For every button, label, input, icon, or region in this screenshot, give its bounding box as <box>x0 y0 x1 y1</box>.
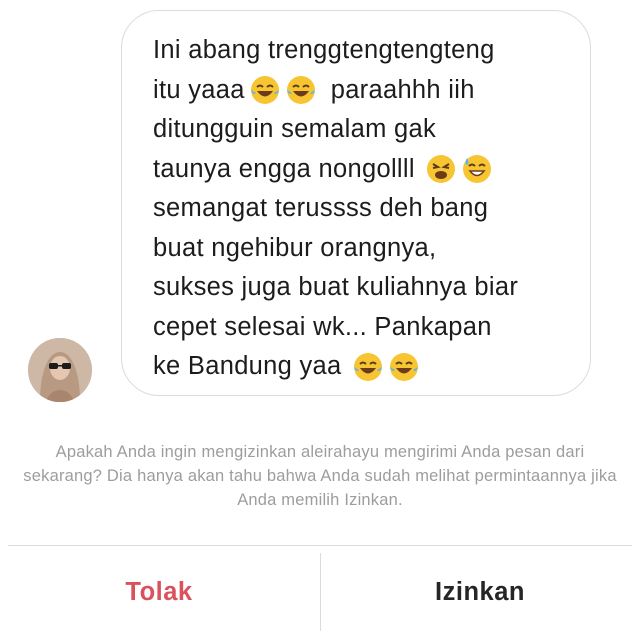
horizontal-divider <box>8 545 632 546</box>
accept-button[interactable]: Izinkan <box>321 560 639 624</box>
face-with-tears-of-joy-icon <box>388 351 420 383</box>
message-bubble: Ini abang trenggtengtengteng itu yaaa pa… <box>121 10 591 396</box>
message-line: Ini abang trenggtengtengteng <box>153 36 495 64</box>
decline-button[interactable]: Tolak <box>0 560 318 624</box>
message-line: ke Bandung yaa <box>153 347 562 387</box>
grinning-face-with-sweat-icon <box>461 153 493 185</box>
message-line: cepet selesai wk... Pankapan <box>153 312 492 341</box>
message-request-prompt: Apakah Anda ingin mengizinkan aleirahayu… <box>23 443 617 509</box>
message-line: sukses juga buat kuliahnya biar <box>153 273 519 301</box>
face-with-tears-of-joy-icon <box>352 351 384 383</box>
message-line: buat ngehibur orangnya, <box>153 233 437 262</box>
message-line: itu yaaa paraahhh iih <box>153 71 562 111</box>
message-line: semangat terussss deh bang <box>153 194 489 222</box>
weary-face-icon <box>425 153 457 185</box>
sender-avatar[interactable] <box>28 338 92 402</box>
face-with-tears-of-joy-icon <box>285 74 317 106</box>
message-line: taunya engga nongollll <box>153 150 562 190</box>
message-line: ditungguin semalam gak <box>153 115 437 143</box>
face-with-tears-of-joy-icon <box>249 74 281 106</box>
